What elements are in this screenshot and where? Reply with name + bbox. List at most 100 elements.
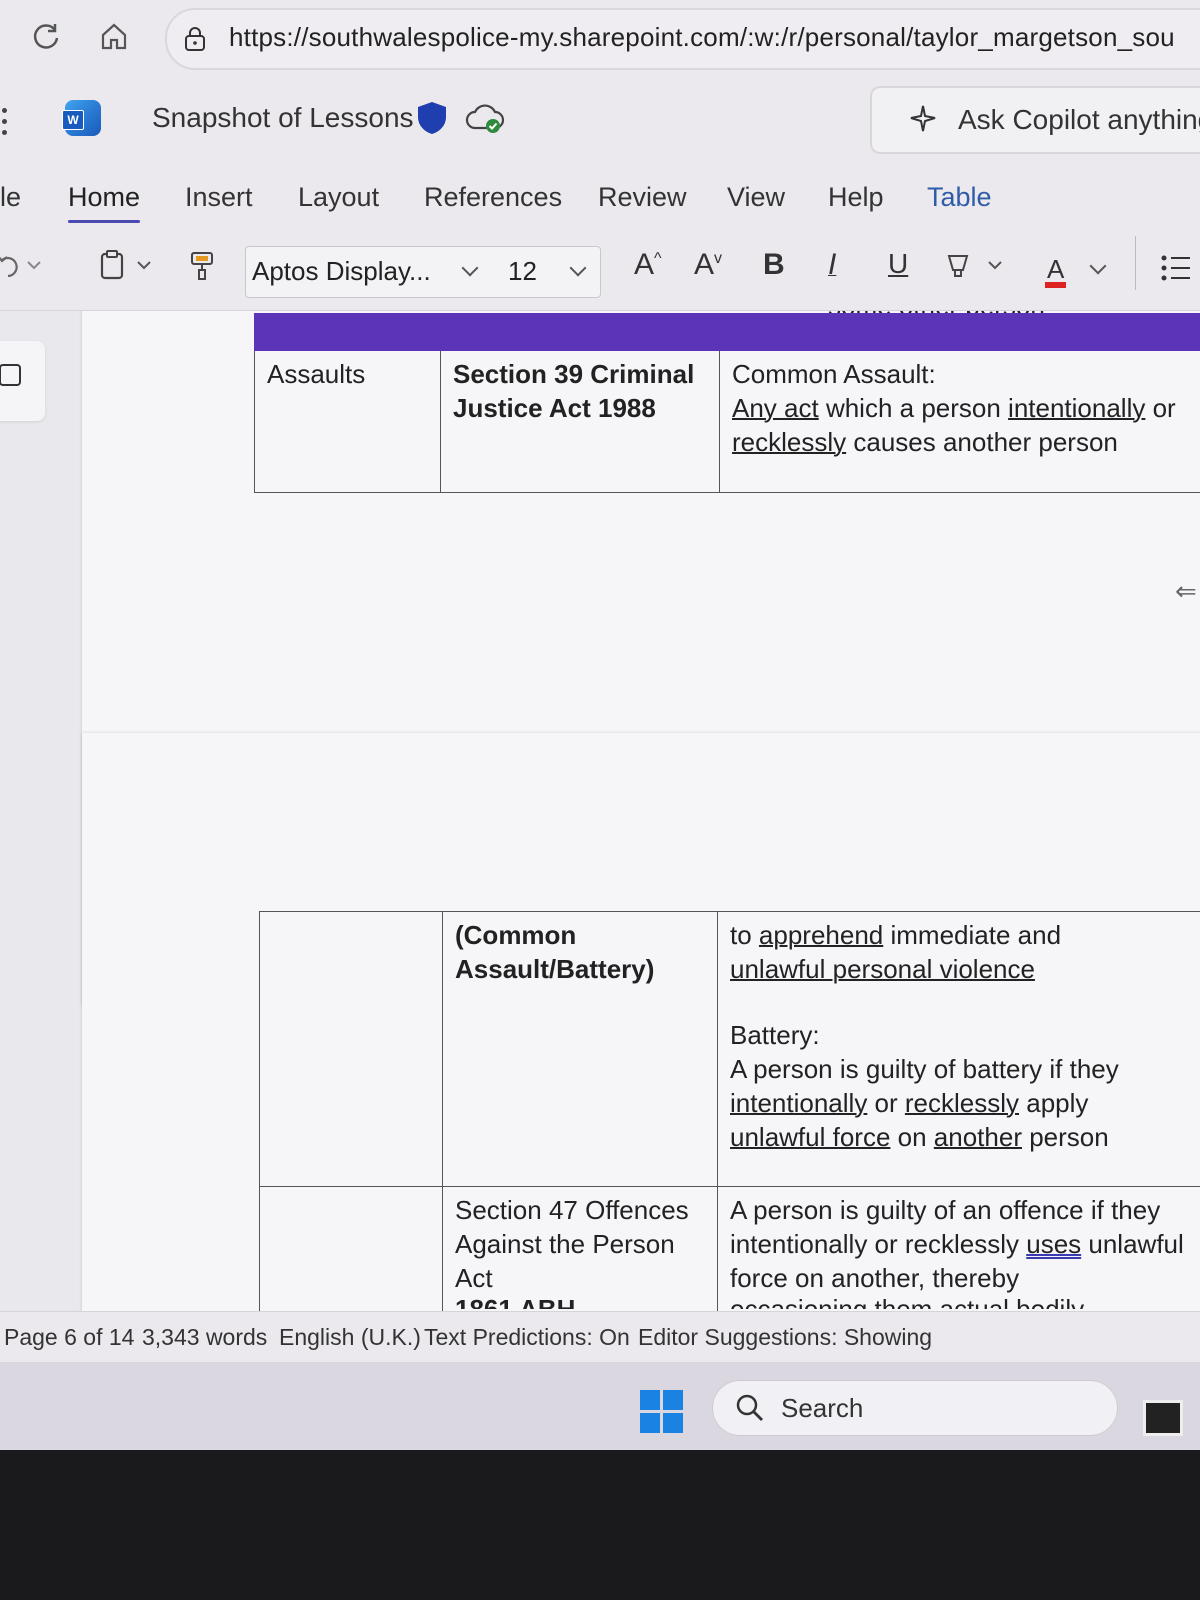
italic-button[interactable]: I [828, 248, 836, 282]
underlined-term: another [933, 1122, 1022, 1152]
legislation-cell[interactable]: Section 39 Criminal Justice Act 1988 [440, 350, 720, 493]
refresh-icon[interactable] [30, 20, 62, 52]
formatting-toolbar: Aptos Display... 12 A^ Av B I U A [0, 230, 1200, 311]
taskbar-app-icon[interactable] [1143, 1400, 1183, 1436]
table-header-row [254, 313, 1200, 351]
text-predictions-status[interactable]: Text Predictions: On [424, 1324, 630, 1351]
battery-text: intentionally or recklessly apply [730, 1086, 1200, 1120]
screen: https://southwalespolice-my.sharepoint.c… [0, 0, 1200, 1450]
ribbon-tabs: ile Home Insert Layout References Review… [0, 168, 1200, 230]
home-icon[interactable] [98, 20, 130, 52]
tab-table[interactable]: Table [927, 182, 992, 213]
table-row[interactable]: Assaults Section 39 Criminal Justice Act… [254, 350, 1200, 493]
cut-off-text: 1861 ABH [455, 1295, 705, 1309]
offence-category-cell[interactable] [259, 911, 443, 1187]
tab-home[interactable]: Home [68, 182, 141, 223]
url-text: https://southwalespolice-my.sharepoint.c… [229, 22, 1175, 52]
chevron-down-icon [1089, 248, 1107, 279]
bullet-list-icon[interactable] [1160, 254, 1190, 289]
tab-help[interactable]: Help [828, 182, 884, 213]
definition-cell[interactable]: Common Assault: Any act which a person i… [719, 350, 1200, 493]
legislation-text: Section 47 Offences Against the Person A… [455, 1195, 689, 1293]
shrink-font-label: A [694, 248, 715, 281]
paste-icon[interactable] [100, 250, 160, 287]
word-logo-letter: W [62, 110, 84, 130]
copilot-search-box[interactable]: Ask Copilot anything [870, 86, 1200, 154]
battery-text: unlawful force on another person [730, 1120, 1200, 1154]
chevron-down-icon [569, 259, 587, 279]
definition-fragment: which a person [818, 393, 1009, 423]
underlined-term: Any act [732, 393, 819, 423]
highlight-icon[interactable] [945, 252, 1015, 289]
definition-cell[interactable]: A person is guilty of an offence if they… [717, 1186, 1200, 1311]
search-icon [735, 1393, 765, 1428]
definition-fragment: person [1021, 1122, 1109, 1152]
definition-fragment: to [730, 920, 759, 950]
sensitivity-shield-icon[interactable] [415, 100, 449, 141]
lock-icon[interactable] [183, 26, 207, 57]
word-logo-icon[interactable]: W [62, 100, 101, 136]
arrow-left-icon[interactable]: ⇐ [1175, 576, 1197, 607]
offences-table-continued[interactable]: (Common Assault/Battery) to apprehend im… [259, 911, 1200, 1311]
font-color-button[interactable]: A [1045, 248, 1107, 288]
underlined-term: apprehend [758, 920, 884, 950]
font-size-select[interactable]: 12 [490, 246, 601, 298]
legislation-cell[interactable]: (Common Assault/Battery) [442, 911, 718, 1187]
offences-table[interactable]: Assaults Section 39 Criminal Justice Act… [254, 313, 1200, 493]
tab-file[interactable]: ile [0, 182, 21, 213]
more-options-icon[interactable] [2, 108, 12, 141]
definition-fragment: causes another person [846, 427, 1118, 457]
definition-fragment: immediate and [883, 920, 1062, 950]
format-painter-icon[interactable] [188, 250, 218, 289]
browser-bar: https://southwalespolice-my.sharepoint.c… [0, 0, 1200, 78]
legislation-cell[interactable]: Section 47 Offences Against the Person A… [442, 1186, 718, 1311]
table-row[interactable]: Section 47 Offences Against the Person A… [259, 1186, 1200, 1311]
grow-font-button[interactable]: A^ [634, 248, 662, 282]
windows-start-icon[interactable] [640, 1390, 684, 1434]
address-bar[interactable]: https://southwalespolice-my.sharepoint.c… [165, 8, 1200, 70]
editor-suggestions-status[interactable]: Editor Suggestions: Showing [638, 1324, 932, 1351]
underlined-term: unlawful force [730, 1122, 891, 1152]
tab-insert[interactable]: Insert [185, 182, 253, 213]
tab-layout[interactable]: Layout [298, 182, 379, 213]
definition-text: A person is guilty of an offence if they… [730, 1193, 1200, 1295]
taskbar-search[interactable]: Search [712, 1380, 1118, 1436]
battery-text: A person is guilty of battery if they [730, 1054, 1119, 1084]
table-row[interactable]: (Common Assault/Battery) to apprehend im… [259, 911, 1200, 1187]
sidebar-toggle[interactable] [0, 341, 45, 421]
offence-category-cell[interactable]: Assaults [254, 350, 441, 493]
definition-heading: Common Assault: [732, 359, 936, 389]
underline-button[interactable]: U [888, 248, 908, 280]
copilot-placeholder: Ask Copilot anything [958, 104, 1200, 135]
cloud-saved-icon[interactable] [465, 102, 505, 141]
tab-view[interactable]: View [727, 182, 785, 213]
document-canvas[interactable]: some other person Assaults Section 39 Cr… [0, 311, 1200, 1311]
tab-references[interactable]: References [424, 182, 562, 213]
underlined-term: intentionally [1008, 393, 1146, 423]
taskbar: Search [0, 1362, 1200, 1450]
definition-text: to apprehend immediate and [730, 918, 1200, 952]
definition-text: Any act which a person intentionally or … [732, 391, 1200, 459]
undo-icon[interactable] [0, 250, 44, 287]
bold-button[interactable]: B [763, 248, 785, 282]
toolbar-divider [1135, 236, 1136, 290]
copilot-sparkle-icon [908, 104, 938, 139]
tab-review[interactable]: Review [598, 182, 687, 213]
grow-font-label: A [634, 248, 655, 281]
status-bar: Page 6 of 14 3,343 words English (U.K.) … [0, 1311, 1200, 1362]
search-label: Search [781, 1393, 864, 1423]
battery-heading: Battery: [730, 1020, 820, 1050]
page-count[interactable]: Page 6 of 14 [4, 1324, 134, 1351]
offence-category-cell[interactable] [259, 1186, 443, 1311]
shrink-font-button[interactable]: Av [694, 248, 722, 282]
app-header: W Snapshot of Lessons Ask Copilot anythi… [0, 78, 1200, 168]
document-title[interactable]: Snapshot of Lessons [152, 102, 414, 134]
font-name-select[interactable]: Aptos Display... [245, 246, 492, 298]
language-status[interactable]: English (U.K.) [279, 1324, 421, 1351]
definition-cell[interactable]: to apprehend immediate and unlawful pers… [717, 911, 1200, 1187]
underlined-term: intentionally [730, 1088, 868, 1118]
word-count[interactable]: 3,343 words [142, 1324, 267, 1351]
document-page[interactable]: (Common Assault/Battery) to apprehend im… [82, 733, 1200, 1311]
font-size-value: 12 [508, 256, 537, 286]
